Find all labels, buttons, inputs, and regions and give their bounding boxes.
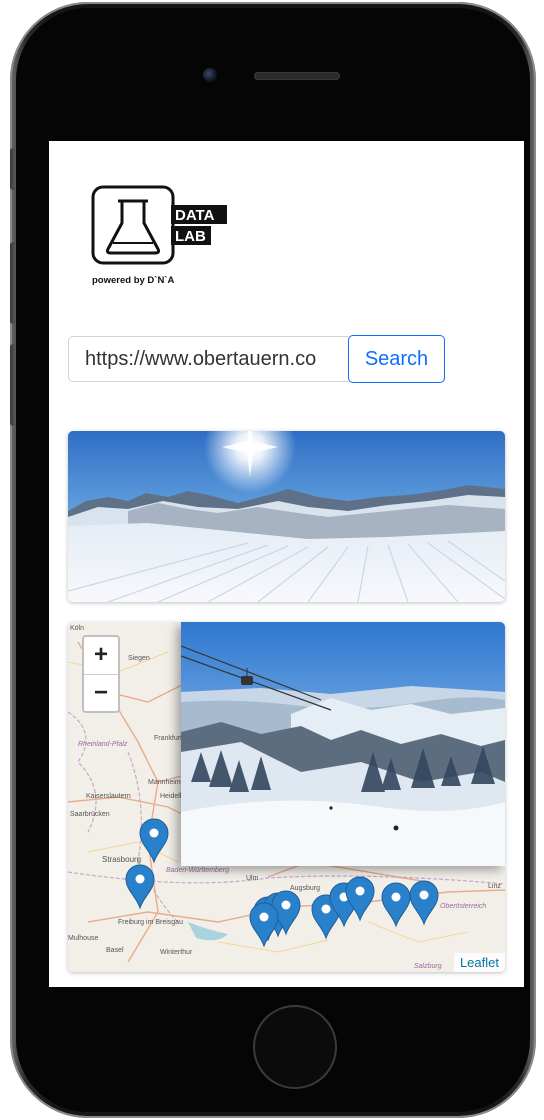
- map-label: Freiburg im Breisgau: [118, 919, 183, 926]
- map-label: Rheinland-Pfalz: [78, 741, 128, 748]
- map-label: Mulhouse: [68, 935, 98, 942]
- map-label: Oberösterreich: [440, 903, 486, 910]
- map-label: Salzburg: [414, 963, 442, 970]
- logo-line1: DATA: [175, 207, 215, 224]
- map-label: Siegen: [128, 655, 150, 662]
- map-label: Winterthur: [160, 949, 193, 956]
- earpiece-speaker: [254, 72, 340, 80]
- leaflet-attribution[interactable]: Leaflet: [453, 953, 505, 972]
- datalab-logo: DATA LAB powered by D`N`A: [91, 185, 227, 286]
- home-button[interactable]: [253, 1005, 337, 1089]
- map-label: Kaiserslautern: [86, 793, 131, 800]
- map-label: Baden-Württemberg: [166, 867, 229, 874]
- map-card: Köln Siegen Rheinland-Pfalz Frankfurt Ma…: [68, 622, 505, 972]
- front-camera: [203, 68, 217, 82]
- map-label: Mannheim: [148, 779, 181, 786]
- map-label: Linz: [488, 883, 501, 890]
- zoom-out-button[interactable]: −: [84, 675, 118, 712]
- map-label: Ulm: [246, 875, 259, 882]
- map-label: Köln: [70, 625, 84, 632]
- zoom-in-button[interactable]: +: [84, 637, 118, 675]
- map-label: Frankfurt: [154, 735, 182, 742]
- ski-slope-image: [68, 431, 505, 602]
- logo-line2: LAB: [175, 228, 206, 245]
- map-label: Augsburg: [290, 885, 320, 892]
- search-button[interactable]: Search: [348, 335, 445, 383]
- ski-resort-photo-popup[interactable]: [181, 622, 505, 866]
- screen: DATA LAB powered by D`N`A https://www.ob…: [49, 141, 524, 987]
- map-label: Strasbourg: [102, 855, 141, 864]
- logo-tagline: powered by D`N`A: [92, 275, 174, 286]
- map-label: Saarbrücken: [70, 811, 110, 818]
- map-label: Basel: [106, 947, 124, 954]
- gondola: [241, 676, 253, 685]
- zoom-control: + −: [82, 635, 120, 713]
- ski-resort-photo: [181, 622, 505, 866]
- url-input[interactable]: https://www.obertauern.co: [68, 336, 348, 382]
